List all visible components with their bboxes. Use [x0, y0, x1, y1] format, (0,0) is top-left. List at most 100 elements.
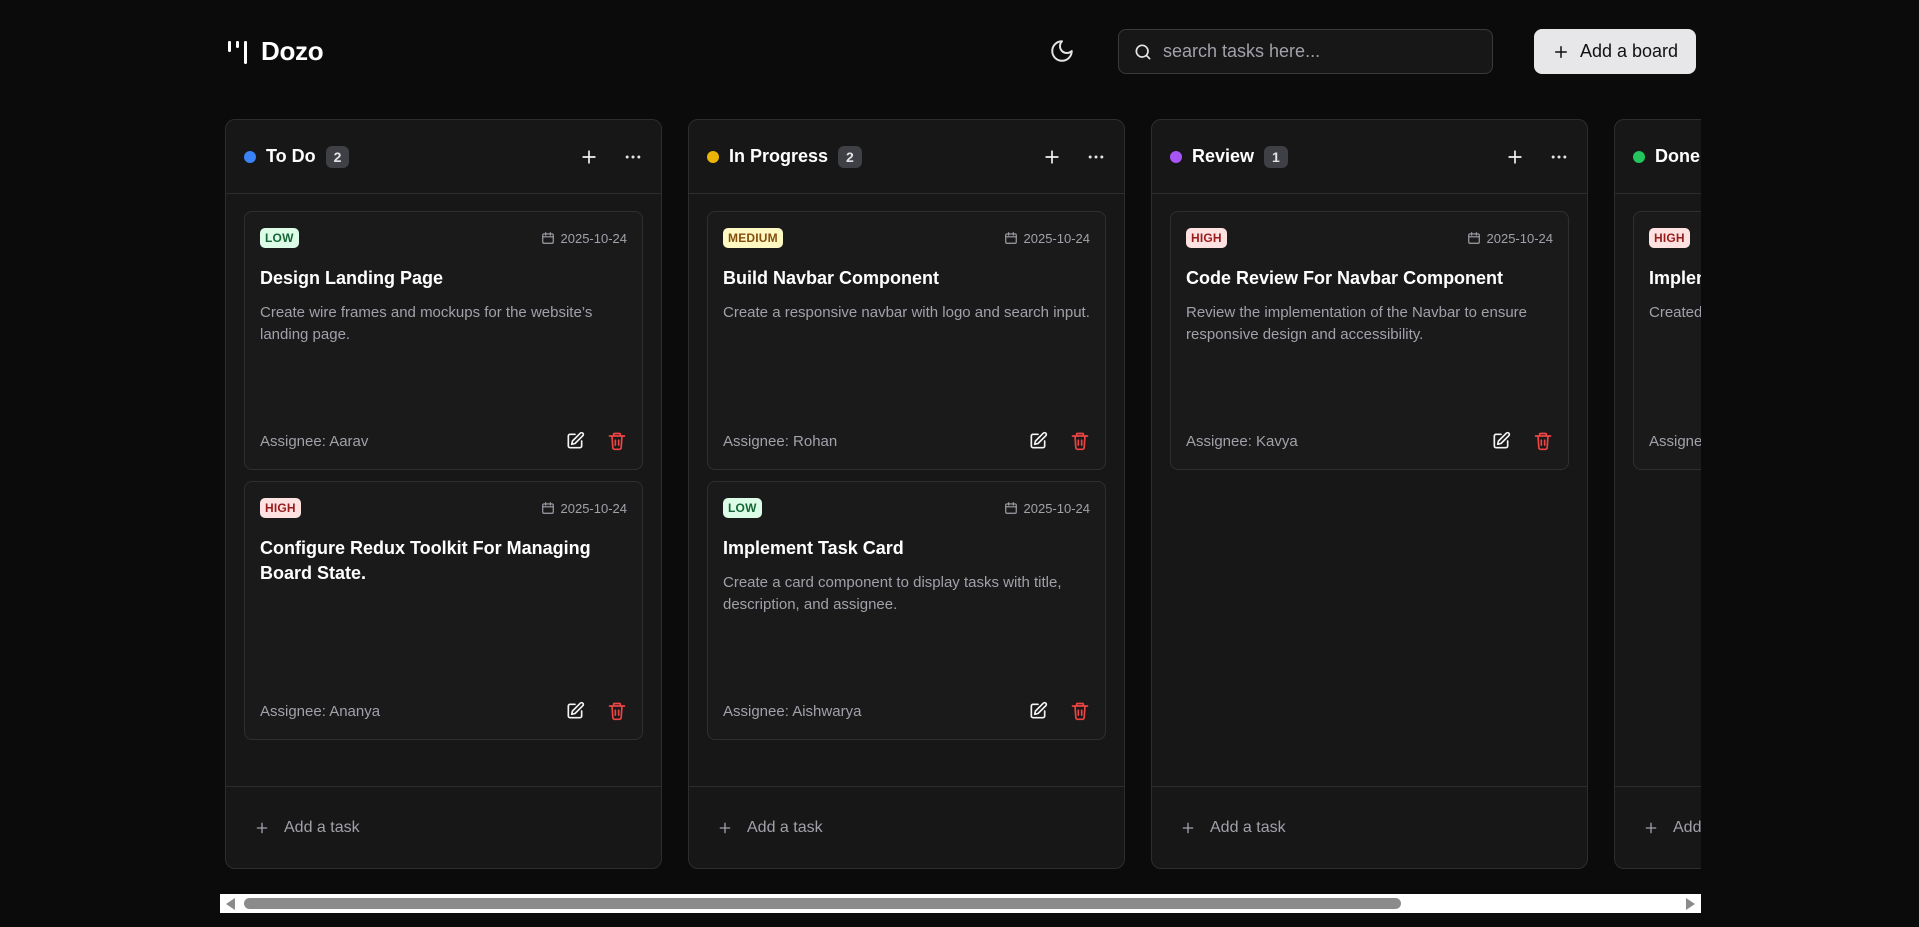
due-date: 2025-10-24: [1467, 231, 1553, 246]
calendar-icon: [541, 502, 554, 514]
task-description: Review the implementation of the Navbar …: [1186, 304, 1528, 343]
card-list: HIGH 2025-10-24 Code Review For Navbar C…: [1152, 194, 1587, 470]
task-description: Create a card component to display tasks…: [723, 574, 1062, 613]
app-name: Dozo: [261, 36, 324, 66]
moon-icon: [1051, 40, 1073, 62]
delete-task-button[interactable]: [607, 701, 627, 721]
edit-task-button[interactable]: [1028, 431, 1048, 451]
priority-badge: MEDIUM: [723, 228, 783, 248]
column-in-progress: In Progress 2 MEDIUM 2025-10-24 Build Na…: [688, 119, 1125, 869]
column-title: In Progress: [729, 146, 829, 166]
task-assignee: Assignee: Rohan: [723, 432, 838, 450]
scrollbar-thumb[interactable]: [244, 898, 1401, 909]
column-task-count: 2: [325, 145, 350, 168]
column-status-dot: [244, 150, 256, 163]
column-menu-button[interactable]: [1086, 147, 1106, 167]
add-task-header-button[interactable]: [1042, 147, 1062, 167]
add-task-button[interactable]: Add a task: [1615, 786, 1701, 868]
due-date: 2025-10-24: [541, 500, 628, 516]
due-date-text: 2025-10-24: [560, 500, 628, 516]
delete-task-button[interactable]: [1070, 701, 1090, 721]
search-icon: [1135, 44, 1151, 60]
column-done: Done HIGH Implen Created validati endpoi…: [1614, 119, 1701, 869]
column-title: To Do: [266, 146, 316, 166]
priority-badge: LOW: [260, 228, 299, 248]
search-input[interactable]: [1163, 41, 1478, 62]
edit-task-button[interactable]: [565, 431, 585, 451]
edit-icon: [567, 431, 585, 449]
edit-icon: [1030, 431, 1048, 449]
edit-task-button[interactable]: [1028, 701, 1048, 721]
plus-icon: [582, 149, 596, 164]
column-to-do: To Do 2 LOW 2025-10-24 Design Landing Pa…: [225, 119, 662, 869]
priority-badge: HIGH: [1649, 228, 1690, 248]
card-list: HIGH Implen Created validati endpoir Ass…: [1615, 194, 1701, 470]
header: Dozo Add a board: [220, 0, 1701, 104]
task-title: Configure Redux Toolkit For Managing Boa…: [260, 538, 591, 583]
scroll-left-arrow[interactable]: [226, 898, 235, 910]
column-title: Review: [1192, 146, 1255, 166]
horizontal-scrollbar[interactable]: [220, 894, 1701, 913]
plus-icon: [1508, 149, 1522, 164]
column-menu-button[interactable]: [623, 147, 643, 167]
add-task-button[interactable]: Add a task: [226, 786, 661, 868]
add-task-button[interactable]: Add a task: [689, 786, 1124, 868]
task-card[interactable]: LOW 2025-10-24 Design Landing Page Creat…: [244, 211, 643, 470]
task-title: Design Landing Page: [260, 268, 444, 288]
task-card[interactable]: HIGH 2025-10-24 Configure Redux Toolkit …: [244, 481, 643, 740]
app: Dozo Add a board To Do 2: [220, 0, 1701, 927]
theme-toggle-button[interactable]: [1044, 33, 1080, 69]
column-status-dot: [707, 150, 719, 163]
add-task-label: Add a task: [747, 818, 823, 836]
task-card[interactable]: HIGH 2025-10-24 Code Review For Navbar C…: [1170, 211, 1569, 470]
column-title: Done: [1655, 146, 1700, 166]
edit-icon: [1030, 701, 1048, 719]
column-header: To Do 2: [226, 120, 661, 194]
dozo-logo-icon: [228, 40, 247, 64]
task-card[interactable]: MEDIUM 2025-10-24 Build Navbar Component…: [707, 211, 1106, 470]
column-header: Done: [1615, 120, 1701, 194]
scroll-right-arrow[interactable]: [1686, 898, 1695, 910]
plus-icon: [1554, 45, 1567, 58]
task-description: Created validati endpoir: [1649, 304, 1701, 321]
due-date: 2025-10-24: [1004, 231, 1090, 246]
more-horizontal-icon: [625, 155, 641, 158]
card-list: LOW 2025-10-24 Design Landing Page Creat…: [226, 194, 661, 740]
add-task-button[interactable]: Add a task: [1152, 786, 1587, 868]
board-columns: To Do 2 LOW 2025-10-24 Design Landing Pa…: [225, 119, 1701, 869]
card-list: MEDIUM 2025-10-24 Build Navbar Component…: [689, 194, 1124, 740]
add-board-button[interactable]: Add a board: [1534, 29, 1696, 74]
due-date: 2025-10-24: [541, 231, 627, 246]
delete-task-button[interactable]: [1070, 431, 1090, 451]
task-card[interactable]: HIGH Implen Created validati endpoir Ass…: [1633, 211, 1701, 470]
trash-icon: [608, 702, 626, 721]
task-description: Create wire frames and mockups for the w…: [260, 304, 593, 343]
priority-badge: LOW: [723, 498, 762, 518]
column-review: Review 1 HIGH 2025-10-24 Code Review For…: [1151, 119, 1588, 869]
add-task-label: Add a task: [284, 818, 360, 836]
calendar-icon: [1004, 502, 1017, 514]
delete-task-button[interactable]: [607, 431, 627, 451]
task-assignee: Assignee: Aarav: [260, 432, 369, 450]
trash-icon: [608, 432, 626, 451]
edit-icon: [567, 701, 585, 719]
column-menu-button[interactable]: [1549, 147, 1569, 167]
more-horizontal-icon: [1088, 155, 1104, 158]
more-horizontal-icon: [1551, 155, 1567, 158]
task-assignee: Assignee: Kavya: [1186, 432, 1298, 450]
add-task-header-button[interactable]: [579, 147, 599, 167]
task-assignee: Assigne: [1649, 432, 1701, 450]
delete-task-button[interactable]: [1533, 431, 1553, 451]
add-task-header-button[interactable]: [1505, 147, 1525, 167]
column-header: Review 1: [1152, 120, 1587, 194]
logo[interactable]: Dozo: [227, 36, 324, 67]
edit-task-button[interactable]: [565, 701, 585, 721]
search-box[interactable]: [1118, 29, 1493, 74]
trash-icon: [1071, 432, 1089, 451]
task-title: Code Review For Navbar Component: [1186, 268, 1504, 288]
add-board-label: Add a board: [1579, 41, 1679, 61]
calendar-icon: [1004, 232, 1017, 244]
edit-task-button[interactable]: [1491, 431, 1511, 451]
board[interactable]: To Do 2 LOW 2025-10-24 Design Landing Pa…: [220, 119, 1701, 869]
task-card[interactable]: LOW 2025-10-24 Implement Task Card Creat…: [707, 481, 1106, 740]
